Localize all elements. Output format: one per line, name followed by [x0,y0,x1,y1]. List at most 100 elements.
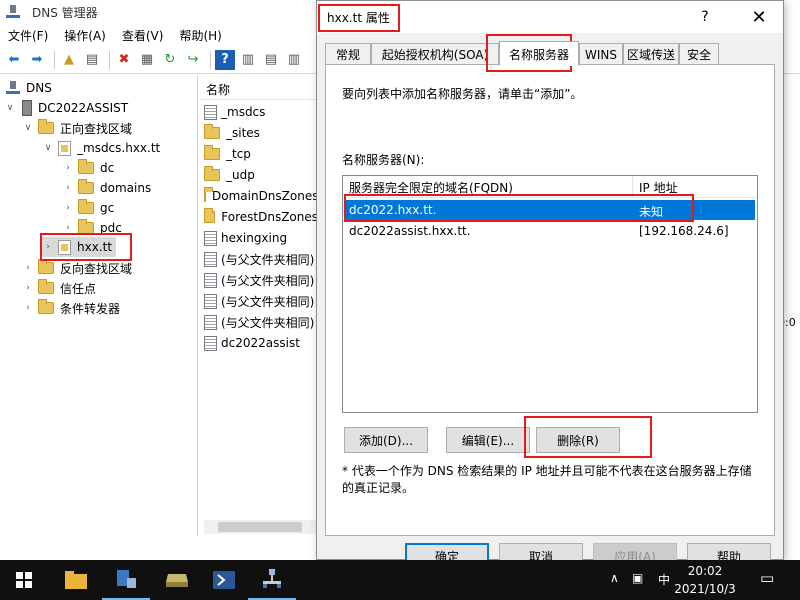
tray-chevron-icon[interactable]: ∧ [610,571,619,585]
tree-item-msdcs-zone[interactable]: ∨ _msdcs.hxx.tt [42,138,160,158]
help-icon[interactable]: ? [215,49,235,70]
delete-icon[interactable]: ✖ [114,50,134,70]
collapse-icon[interactable]: ∨ [4,103,16,113]
server-manager-button[interactable] [102,560,150,600]
expand-icon[interactable]: › [22,263,34,273]
add-button[interactable]: 添加(D)... [344,427,428,453]
list-item[interactable]: _tcp [204,144,318,164]
list-item[interactable]: _msdcs [204,102,318,122]
tree-label: 反向查找区域 [60,261,133,276]
tree-item-gc[interactable]: › gc [62,198,114,218]
notification-icon[interactable]: ▭ [760,569,774,587]
tab-security[interactable]: 安全 [679,43,719,65]
list-header: 服务器完全限定的域名(FQDN) IP 地址 [343,176,757,198]
tree-item-dns[interactable]: DNS [6,78,52,98]
expand-icon[interactable]: › [22,283,34,293]
refresh-icon[interactable]: ↻ [160,50,180,70]
network-app-button[interactable] [248,560,296,600]
list-item[interactable]: hexingxing [204,228,318,248]
list-item-label: _udp [226,168,255,182]
expand-icon[interactable]: › [62,223,74,233]
tree-item-conditional-forwarders[interactable]: › 条件转发器 [22,298,120,318]
tree-label: pdc [100,221,122,235]
tree-item-forward-zones[interactable]: ∨ 正向查找区域 [22,118,132,138]
remove-button[interactable]: 删除(R) [536,427,620,453]
tab-zone-transfers[interactable]: 区域传送 [623,43,679,65]
back-icon[interactable]: ⬅ [4,50,24,70]
list-item[interactable]: (与父文件夹相同) [204,270,318,290]
list-item[interactable]: _udp [204,165,318,185]
show-tree-icon[interactable]: ▤ [82,50,102,70]
horizontal-scrollbar[interactable] [204,520,316,534]
column-header-name[interactable]: 名称 [200,80,318,100]
tree-item-server[interactable]: ∨ DC2022ASSIST [4,98,128,118]
tree-item-trust-points[interactable]: › 信任点 [22,278,96,298]
column-header-ip[interactable]: IP 地址 [633,176,757,198]
list-item[interactable]: (与父文件夹相同) [204,249,318,269]
scrollbar-thumb[interactable] [218,522,302,532]
column-header-fqdn[interactable]: 服务器完全限定的域名(FQDN) [343,176,633,198]
list-item[interactable]: dc2022assist [204,333,318,353]
properties-icon[interactable]: ▦ [137,50,157,70]
system-clock[interactable]: 20:02 2021/10/3 [670,562,740,598]
detail-view-icon[interactable]: ▤ [261,50,281,70]
expand-icon[interactable]: › [62,163,74,173]
tree-item-pdc[interactable]: › pdc [62,218,122,238]
folder-icon [78,179,94,194]
expand-icon[interactable]: › [62,203,74,213]
tree-item-dc[interactable]: › dc [62,158,114,178]
file-explorer-button[interactable] [52,560,100,600]
ip-cell: [192.168.24.6] [639,224,729,238]
list-item-label: (与父文件夹相同) [221,252,315,267]
list-item[interactable]: ForestDnsZones [204,207,318,227]
expand-icon[interactable]: › [22,303,34,313]
edit-button[interactable]: 编辑(E)... [446,427,530,453]
forward-icon[interactable]: ➡ [27,50,47,70]
name-server-row[interactable]: dc2022assist.hxx.tt. [192.168.24.6] [345,221,755,241]
name-servers-panel: 要向列表中添加名称服务器，请单击“添加”。 名称服务器(N): 服务器完全限定的… [325,64,775,536]
zone-icon [204,104,217,120]
file-explorer-icon [65,571,87,589]
dns-console-taskbar-button[interactable] [152,560,200,600]
expand-icon[interactable]: › [42,242,54,252]
tab-wins[interactable]: WINS [579,43,623,65]
collapse-icon[interactable]: ∨ [42,143,54,153]
dialog-help-button[interactable]: ? [693,5,717,29]
ime-indicator[interactable]: 中 [658,571,670,588]
menu-file[interactable]: 文件(F) [0,27,56,44]
tab-name-servers[interactable]: 名称服务器 [499,41,579,66]
record-icon [204,272,217,288]
list-view-icon[interactable]: ▥ [238,50,258,70]
dns-icon [6,81,20,95]
menu-action[interactable]: 操作(A) [56,27,114,44]
list-item[interactable]: DomainDnsZones [204,186,318,206]
name-server-row[interactable]: dc2022.hxx.tt. 未知 [345,200,755,220]
dialog-close-button[interactable]: ✕ [737,3,781,31]
expand-icon[interactable]: › [62,183,74,193]
menu-view[interactable]: 查看(V) [114,27,172,44]
up-folder-icon[interactable]: ▲ [59,50,79,70]
list-item[interactable]: (与父文件夹相同) [204,312,318,332]
menu-help[interactable]: 帮助(H) [171,27,229,44]
list-item[interactable]: (与父文件夹相同) [204,291,318,311]
folder-icon [78,199,94,214]
collapse-icon[interactable]: ∨ [22,123,34,133]
tree-label: DC2022ASSIST [38,101,129,115]
list-item[interactable]: _sites [204,123,318,143]
list-item-label: (与父文件夹相同) [221,315,315,330]
export-icon[interactable]: ↪ [183,50,203,70]
fqdn-cell: dc2022.hxx.tt. [349,203,437,217]
tab-general[interactable]: 常规 [325,43,371,65]
name-servers-list[interactable]: 服务器完全限定的域名(FQDN) IP 地址 dc2022.hxx.tt. 未知… [342,175,758,413]
list-item-label: hexingxing [221,231,288,245]
tree-item-domains[interactable]: › domains [62,178,151,198]
tree-item-reverse-zones[interactable]: › 反向查找区域 [22,258,132,278]
tree-item-hxx-tt[interactable]: › hxx.tt [42,237,117,257]
tree-label: gc [100,201,115,215]
tab-soa[interactable]: 起始授权机构(SOA) [371,43,499,65]
filter-icon[interactable]: ▥ [284,50,304,70]
window-title: DNS 管理器 [32,5,98,20]
start-button[interactable] [0,560,48,600]
network-status-icon[interactable]: ▣ [632,571,643,585]
powershell-button[interactable] [200,560,248,600]
